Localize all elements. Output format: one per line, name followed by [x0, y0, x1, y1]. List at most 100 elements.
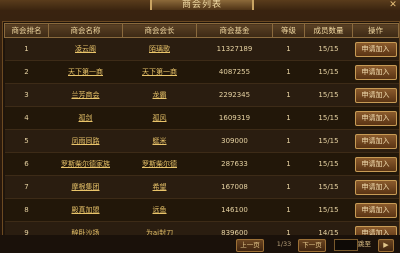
leader-name-link-td: 陌璃歌: [122, 37, 197, 61]
level-cell: 1: [286, 206, 291, 214]
level-cell-td: 1: [272, 198, 305, 222]
apply-join-button[interactable]: 申请加入: [354, 156, 397, 172]
apply-join-button-td: 申请加入: [352, 129, 399, 153]
apply-join-button-td: 申请加入: [352, 37, 399, 61]
level-cell: 1: [286, 68, 291, 76]
level-cell-td: 1: [272, 37, 305, 61]
fund-cell: 309000: [221, 137, 248, 145]
level-cell: 1: [286, 183, 291, 191]
leader-name-link-td: 龙霸: [122, 83, 197, 107]
apply-join-button-td: 申请加入: [352, 83, 399, 107]
apply-join-button[interactable]: 申请加入: [354, 179, 397, 195]
apply-join-button-td: 申请加入: [352, 152, 399, 176]
close-icon[interactable]: ✕: [388, 0, 398, 10]
header-level: 等级: [272, 23, 305, 38]
guild-name-link[interactable]: 天下第一商: [68, 68, 103, 76]
leader-name-link[interactable]: 陌璃歌: [149, 45, 170, 53]
rank-cell: 6: [24, 160, 29, 168]
header-name: 商会名称: [48, 23, 123, 38]
rank-cell-td: 2: [4, 60, 49, 84]
members-cell-td: 15/15: [304, 129, 353, 153]
rank-cell: 1: [24, 45, 29, 53]
table-row: 3 兰芳商会 龙霸 2292345 1 15/15 申请加入: [4, 83, 399, 107]
guild-name-link[interactable]: 孤剑: [79, 114, 93, 122]
jump-page-input[interactable]: [334, 239, 358, 251]
leader-name-link[interactable]: 天下第一商: [142, 68, 177, 76]
members-cell-td: 15/15: [304, 37, 353, 61]
leader-name-link[interactable]: 罗斯柴尔德: [142, 160, 177, 168]
fund-cell-td: 11327189: [196, 37, 273, 61]
apply-join-button-td: 申请加入: [352, 60, 399, 84]
leader-name-link[interactable]: 远鱼: [153, 206, 167, 214]
level-cell-td: 1: [272, 129, 305, 153]
rank-cell-td: 4: [4, 106, 49, 130]
fund-cell-td: 287633: [196, 152, 273, 176]
guild-name-link[interactable]: 摩根集团: [72, 183, 100, 191]
guild-name-link[interactable]: 凤雨同路: [72, 137, 100, 145]
header-leader: 商会会长: [122, 23, 197, 38]
fund-cell: 146100: [221, 206, 248, 214]
guild-name-link-td: 兰芳商会: [48, 83, 123, 107]
table-row: 7 摩根集团 希望 167008 1 15/15 申请加入: [4, 175, 399, 199]
rank-cell: 5: [24, 137, 29, 145]
leader-name-link[interactable]: 孤风: [153, 114, 167, 122]
apply-join-button-td: 申请加入: [352, 198, 399, 222]
fund-cell-td: 4087255: [196, 60, 273, 84]
leader-name-link[interactable]: 龙霸: [153, 91, 167, 99]
rank-cell: 2: [24, 68, 29, 76]
apply-join-button[interactable]: 申请加入: [354, 87, 397, 103]
fund-cell: 287633: [221, 160, 248, 168]
members-cell-td: 15/15: [304, 83, 353, 107]
fund-cell: 11327189: [216, 45, 253, 53]
apply-join-button[interactable]: 申请加入: [354, 41, 397, 57]
guild-name-link-td: 凤雨同路: [48, 129, 123, 153]
rank-cell-td: 5: [4, 129, 49, 153]
guild-name-link-td: 殿真加盟: [48, 198, 123, 222]
leader-name-link[interactable]: 蜓米: [153, 137, 167, 145]
level-cell: 1: [286, 160, 291, 168]
table-row: 8 殿真加盟 远鱼 146100 1 15/15 申请加入: [4, 198, 399, 222]
guild-name-link[interactable]: 殿真加盟: [72, 206, 100, 214]
prev-page-button[interactable]: 上一页: [236, 239, 264, 252]
header-fund: 商会基金: [196, 23, 273, 38]
apply-join-button[interactable]: 申请加入: [354, 110, 397, 126]
guild-name-link-td: 凌云阁: [48, 37, 123, 61]
page-indicator: 1/33: [276, 240, 292, 248]
members-cell-td: 15/15: [304, 175, 353, 199]
window-title: 商会列表: [150, 0, 254, 10]
guild-name-link-td: 天下第一商: [48, 60, 123, 84]
leader-name-link-td: 希望: [122, 175, 197, 199]
jump-label: 跳至: [358, 240, 371, 248]
fund-cell-td: 146100: [196, 198, 273, 222]
leader-name-link-td: 天下第一商: [122, 60, 197, 84]
leader-name-link-td: 孤风: [122, 106, 197, 130]
guild-name-link[interactable]: 凌云阁: [75, 45, 96, 53]
leader-name-link-td: 蜓米: [122, 129, 197, 153]
level-cell: 1: [286, 91, 291, 99]
table-header-row: 商会排名 商会名称 商会会长 商会基金 等级 成员数量 操作: [4, 23, 399, 38]
apply-join-button[interactable]: 申请加入: [354, 64, 397, 80]
members-cell: 15/15: [318, 45, 339, 53]
apply-join-button[interactable]: 申请加入: [354, 202, 397, 218]
level-cell-td: 1: [272, 83, 305, 107]
level-cell-td: 1: [272, 60, 305, 84]
members-cell-td: 15/15: [304, 198, 353, 222]
header-members: 成员数量: [304, 23, 353, 38]
fund-cell: 167008: [221, 183, 248, 191]
rank-cell-td: 7: [4, 175, 49, 199]
guild-name-link[interactable]: 兰芳商会: [72, 91, 100, 99]
members-cell: 15/15: [318, 68, 339, 76]
leader-name-link[interactable]: 希望: [153, 183, 167, 191]
leader-name-link-td: 罗斯柴尔德: [122, 152, 197, 176]
members-cell: 15/15: [318, 114, 339, 122]
members-cell-td: 15/15: [304, 60, 353, 84]
apply-join-button-td: 申请加入: [352, 106, 399, 130]
guild-name-link-td: 摩根集团: [48, 175, 123, 199]
guild-name-link[interactable]: 罗斯柴尔德家族: [61, 160, 110, 168]
go-button[interactable]: ▶: [378, 239, 394, 252]
fund-cell: 4087255: [218, 68, 251, 76]
apply-join-button[interactable]: 申请加入: [354, 133, 397, 149]
next-page-button[interactable]: 下一页: [298, 239, 326, 252]
level-cell: 1: [286, 137, 291, 145]
fund-cell: 1609319: [218, 114, 251, 122]
